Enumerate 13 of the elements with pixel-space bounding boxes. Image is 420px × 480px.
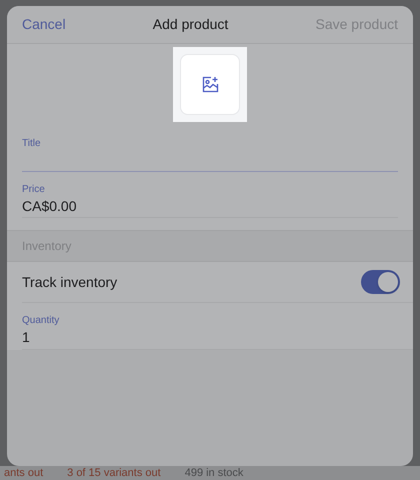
field-label: Price [22,184,46,196]
dialog-title: Add product [152,15,228,34]
input-field[interactable]: CA$0.00 [22,196,398,218]
input-field[interactable]: 1 [22,327,398,349]
field-label: Quantity [22,315,60,327]
stock-status: 499 in stock [184,468,244,478]
add-image-button[interactable] [180,54,240,115]
toggle-switch[interactable] [361,270,400,294]
stock-status: 3 of 15 variants out [67,468,161,478]
image-add-icon [202,76,218,93]
field-label: Title [22,138,42,150]
stock-status: ants out [4,468,44,478]
track-inventory-label: Track inventory [22,272,118,292]
